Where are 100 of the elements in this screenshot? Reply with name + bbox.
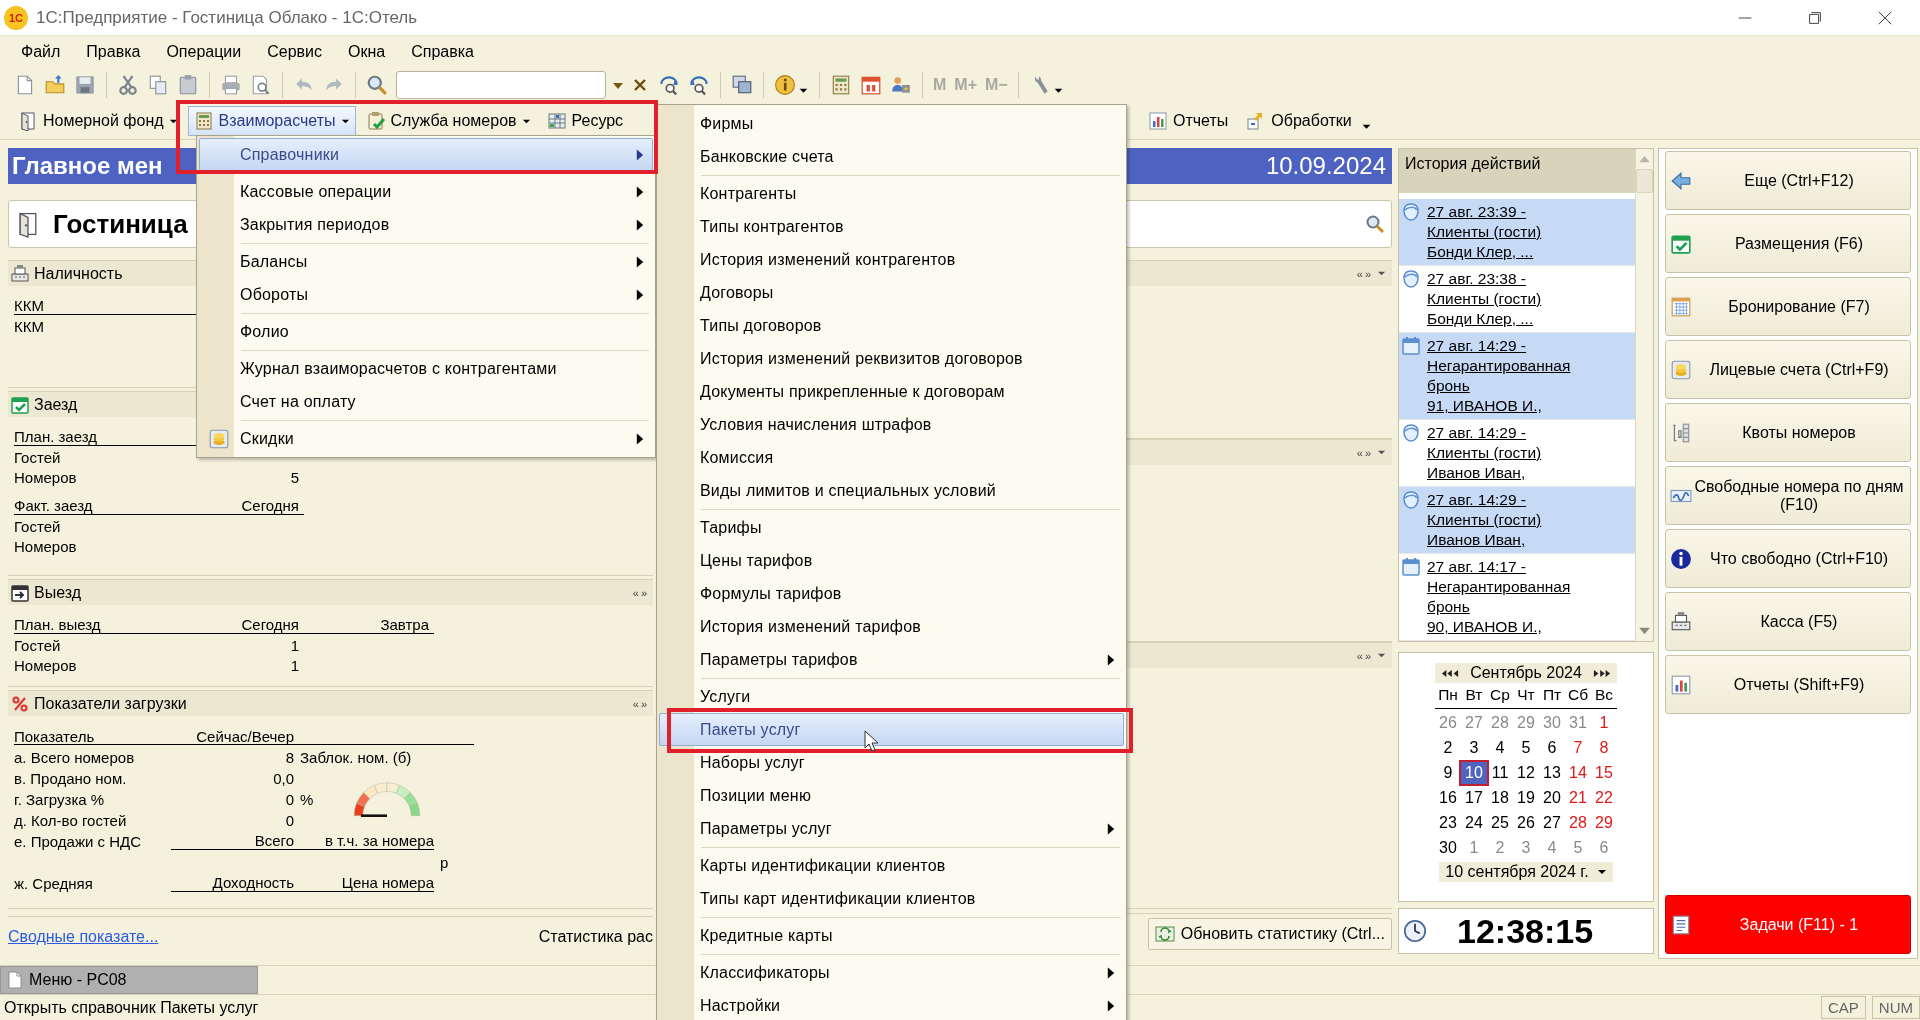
calendar-day[interactable]: 9: [1435, 761, 1461, 784]
menu-item[interactable]: Цены тарифов: [659, 544, 1124, 577]
menu-item[interactable]: Окна: [345, 40, 389, 63]
calendar-day[interactable]: 31: [1565, 711, 1591, 734]
menu-item[interactable]: Пакеты услуг: [659, 713, 1124, 746]
nav-button[interactable]: »: [1364, 649, 1371, 662]
menu-item[interactable]: Фирмы: [659, 107, 1124, 140]
nav-button[interactable]: »: [1364, 446, 1371, 459]
quick-button[interactable]: Касса (F5): [1665, 592, 1911, 651]
users-icon[interactable]: [890, 74, 912, 96]
calendar-day[interactable]: 18: [1487, 786, 1513, 809]
calendar-day[interactable]: 11: [1487, 761, 1513, 784]
menu-item[interactable]: Правка: [83, 40, 144, 63]
history-link[interactable]: 27 авг. 23:39 - Клиенты (гости) Бонди Клер, ...: [1427, 202, 1542, 262]
paste-icon[interactable]: [177, 74, 199, 96]
caret-icon[interactable]: [1377, 269, 1386, 278]
nav-button[interactable]: «: [1356, 267, 1363, 280]
caret-icon[interactable]: [1377, 448, 1386, 457]
windows-icon[interactable]: [731, 74, 753, 96]
calendar-icon[interactable]: [860, 74, 882, 96]
menu-item[interactable]: Справочники: [199, 138, 653, 171]
search-field[interactable]: [396, 71, 606, 99]
calendar-day[interactable]: 5: [1565, 836, 1591, 859]
history-link[interactable]: 27 авг. 14:29 - Клиенты (гости) Иванов Иван,: [1427, 490, 1542, 550]
print-icon[interactable]: [220, 74, 242, 96]
calendar-day[interactable]: 24: [1461, 811, 1487, 834]
menu-item[interactable]: Операции: [163, 40, 245, 63]
summary-link[interactable]: Сводные показате...: [8, 928, 159, 946]
calendar-day[interactable]: 2: [1435, 736, 1461, 759]
quick-button[interactable]: Квоты номеров: [1665, 403, 1911, 462]
search-icon[interactable]: [1365, 214, 1385, 234]
quick-button[interactable]: Отчеты (Shift+F9): [1665, 655, 1911, 714]
search-icon[interactable]: [366, 74, 388, 96]
calendar-day[interactable]: 21: [1565, 786, 1591, 809]
quick-button[interactable]: Бронирование (F7): [1665, 277, 1911, 336]
calendar-day[interactable]: 28: [1565, 811, 1591, 834]
menu-item[interactable]: История изменений контрагентов: [659, 243, 1124, 276]
menu-item[interactable]: Формулы тарифов: [659, 577, 1124, 610]
calendar-day[interactable]: 5: [1513, 736, 1539, 759]
caret-icon[interactable]: [1377, 651, 1386, 660]
calendar-day[interactable]: 19: [1513, 786, 1539, 809]
calendar-day[interactable]: 15: [1591, 761, 1617, 784]
menu-item[interactable]: Настройки: [659, 989, 1124, 1020]
menu-item[interactable]: Типы контрагентов: [659, 210, 1124, 243]
menu-item[interactable]: Сервис: [264, 40, 326, 63]
menu-item[interactable]: Типы карт идентификации клиентов: [659, 882, 1124, 915]
command-button[interactable]: Отчеты: [1142, 106, 1235, 136]
menu-item[interactable]: Карты идентификации клиентов: [659, 849, 1124, 882]
print-preview-icon[interactable]: [250, 74, 272, 96]
menu-item[interactable]: Виды лимитов и специальных условий: [659, 474, 1124, 507]
info-icon[interactable]: [774, 74, 796, 96]
calendar-day[interactable]: 3: [1513, 836, 1539, 859]
menu-item[interactable]: Обороты: [199, 278, 653, 311]
calendar-day[interactable]: 6: [1539, 736, 1565, 759]
menu-item[interactable]: Контрагенты: [659, 177, 1124, 210]
history-link[interactable]: 27 авг. 14:29 - Клиенты (гости) Иванов Иван,: [1427, 423, 1542, 483]
menu-item[interactable]: История изменений тарифов: [659, 610, 1124, 643]
calendar-day[interactable]: 1: [1591, 711, 1617, 734]
nav-button[interactable]: »: [640, 697, 647, 710]
calendar-day[interactable]: 2: [1487, 836, 1513, 859]
cut-icon[interactable]: [117, 74, 139, 96]
calendar-day[interactable]: 29: [1591, 811, 1617, 834]
calendar-day[interactable]: 27: [1539, 811, 1565, 834]
menu-item[interactable]: Комиссия: [659, 441, 1124, 474]
calendar-day[interactable]: 17: [1461, 786, 1487, 809]
menu-item[interactable]: Тарифы: [659, 511, 1124, 544]
refresh-button[interactable]: Обновить статистику (Ctrl...: [1147, 918, 1392, 950]
menu-item[interactable]: Типы договоров: [659, 309, 1124, 342]
menu-item[interactable]: Услуги: [659, 680, 1124, 713]
menu-item[interactable]: Документы прикрепленные к договорам: [659, 375, 1124, 408]
nav-button[interactable]: «: [632, 697, 639, 710]
find-next-icon[interactable]: [658, 74, 680, 96]
calendar-day[interactable]: 4: [1539, 836, 1565, 859]
nav-button[interactable]: «: [632, 586, 639, 599]
nav-button[interactable]: »: [1364, 267, 1371, 280]
calendar-day[interactable]: 10: [1461, 761, 1487, 784]
scroll-thumb[interactable]: [1636, 169, 1653, 193]
calendar-day[interactable]: 8: [1591, 736, 1617, 759]
date-field[interactable]: 10 сентября 2024 г.: [1439, 862, 1613, 882]
menu-item[interactable]: Позиции меню: [659, 779, 1124, 812]
history-link[interactable]: 27 авг. 14:17 - Негарантированная бронь 90, ИВАНОВ И.,: [1427, 557, 1571, 637]
nav-button[interactable]: »: [640, 586, 647, 599]
menu-item[interactable]: Банковские счета: [659, 140, 1124, 173]
quick-button[interactable]: Что свободно (Ctrl+F10): [1665, 529, 1911, 588]
menu-item[interactable]: Параметры тарифов: [659, 643, 1124, 676]
history-link[interactable]: 27 авг. 14:29 - Негарантированная бронь 91, ИВАНОВ И.,: [1427, 336, 1571, 416]
menu-item[interactable]: Классификаторы: [659, 956, 1124, 989]
calendar-day[interactable]: 16: [1435, 786, 1461, 809]
calendar-day[interactable]: 3: [1461, 736, 1487, 759]
menu-item[interactable]: Кредитные карты: [659, 919, 1124, 952]
calendar-day[interactable]: 20: [1539, 786, 1565, 809]
history-item[interactable]: 27 авг. 23:39 - Клиенты (гости) Бонди Клер, ...: [1399, 199, 1635, 266]
next-icon[interactable]: [1593, 668, 1611, 678]
calendar-day[interactable]: 13: [1539, 761, 1565, 784]
command-button[interactable]: Номерной фонд: [12, 106, 184, 136]
quick-button[interactable]: Размещения (F6): [1665, 214, 1911, 273]
history-link[interactable]: 27 авг. 23:38 - Клиенты (гости) Бонди Клер, ...: [1427, 269, 1542, 329]
find-previous-icon[interactable]: [688, 74, 710, 96]
menu-item[interactable]: Скидки: [199, 422, 653, 455]
menu-item[interactable]: Закрытия периодов: [199, 208, 653, 241]
